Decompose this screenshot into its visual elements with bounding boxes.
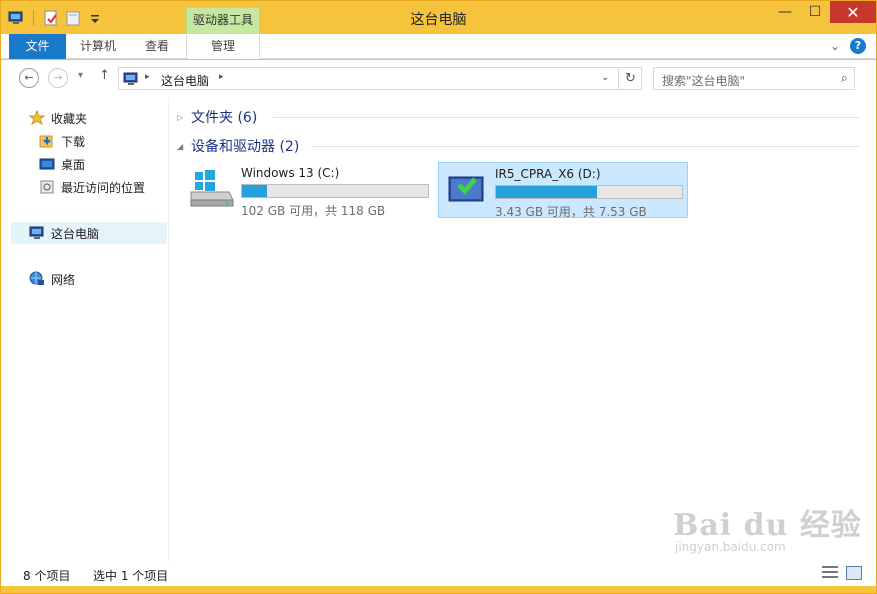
ribbon-tabs: 文件 计算机 查看 管理 ⌄ ? <box>1 34 876 59</box>
drive-d[interactable]: IR5_CPRA_X6 (D:) 3.43 GB 可用，共 7.53 GB <box>438 162 688 219</box>
drive-c[interactable]: Windows 13 (C:) 102 GB 可用，共 118 GB <box>185 162 431 218</box>
drive-usage-bar <box>241 184 429 198</box>
search-input[interactable]: 搜索"这台电脑" <box>662 72 745 89</box>
baidu-watermark: Bai du 经验 jingyan.baidu.com <box>673 500 862 554</box>
drive-usage-fill <box>496 186 598 198</box>
drive-space-info: 3.43 GB 可用，共 7.53 GB <box>495 205 647 219</box>
drive-usage-bar <box>495 185 683 199</box>
group-folders[interactable]: ▷ 文件夹 (6) <box>177 106 257 128</box>
up-button[interactable]: ↑ <box>99 68 110 83</box>
tab-manage[interactable]: 管理 <box>186 34 260 59</box>
usb-drive-icon <box>447 171 487 208</box>
breadcrumb-arrow-icon[interactable]: ▸ <box>219 72 224 82</box>
ribbon-right-controls: ⌄ ? <box>830 38 866 54</box>
search-icon[interactable]: ⌕ <box>841 71 848 86</box>
nav-label: 网络 <box>51 272 76 287</box>
details-view-icon[interactable] <box>822 566 838 580</box>
help-icon[interactable]: ? <box>850 38 866 54</box>
star-icon <box>28 109 46 126</box>
network-icon <box>29 271 45 287</box>
content-area: 收藏夹 下载 桌面 最近访问的位置 这台电脑 网络 ▷ 文件夹 (6) ◢ 设备… <box>1 98 876 562</box>
address-bar[interactable]: ▸ 这台电脑 ▸ ⌄ ↻ <box>118 67 642 90</box>
view-buttons <box>822 566 862 580</box>
nav-label: 最近访问的位置 <box>61 180 146 195</box>
item-count: 8 个项目 <box>23 569 71 583</box>
large-icons-view-icon[interactable] <box>846 566 862 580</box>
computer-icon <box>123 72 139 89</box>
nav-label: 这台电脑 <box>51 226 100 241</box>
back-button[interactable]: ← <box>19 68 39 88</box>
window-controls: — ☐ ✕ <box>770 1 876 25</box>
group-title: 设备和驱动器 (2) <box>191 139 300 155</box>
recent-places-icon <box>39 179 55 195</box>
tab-computer[interactable]: 计算机 <box>69 34 127 59</box>
nav-favorites[interactable]: 收藏夹 <box>28 107 88 129</box>
group-title: 文件夹 (6) <box>191 110 258 126</box>
selection-count: 选中 1 个项目 <box>93 569 169 583</box>
watermark-url: jingyan.baidu.com <box>675 540 786 554</box>
group-divider <box>311 146 859 147</box>
window-title: 这台电脑 <box>410 12 467 28</box>
watermark-brand: Bai du 经验 <box>673 508 862 543</box>
minimize-button[interactable]: — <box>770 1 800 23</box>
breadcrumb-arrow-icon[interactable]: ▸ <box>145 72 150 82</box>
drive-space-info: 102 GB 可用，共 118 GB <box>241 204 386 218</box>
nav-downloads[interactable]: 下载 <box>39 130 85 152</box>
group-divider <box>273 117 859 118</box>
nav-desktop[interactable]: 桌面 <box>39 153 85 175</box>
main-pane: ▷ 文件夹 (6) ◢ 设备和驱动器 (2) Windows 13 (C:) 1… <box>169 98 876 562</box>
nav-network[interactable]: 网络 <box>29 268 75 290</box>
breadcrumb-this-pc[interactable]: 这台电脑 <box>161 72 209 89</box>
nav-label: 桌面 <box>61 157 86 172</box>
desktop-icon <box>39 156 55 172</box>
address-dropdown-icon[interactable]: ⌄ <box>601 72 609 83</box>
drive-name: IR5_CPRA_X6 (D:) <box>495 167 601 181</box>
nav-this-pc[interactable]: 这台电脑 <box>11 222 167 244</box>
forward-button[interactable]: → <box>48 68 68 88</box>
refresh-button[interactable]: ↻ <box>618 68 642 89</box>
status-bar: 8 个项目 选中 1 个项目 <box>1 562 876 586</box>
nav-label: 下载 <box>61 134 86 149</box>
tab-file[interactable]: 文件 <box>9 34 66 59</box>
downloads-folder-icon <box>39 133 55 149</box>
group-devices[interactable]: ◢ 设备和驱动器 (2) <box>177 135 299 157</box>
collapse-arrow-icon[interactable]: ◢ <box>177 142 191 151</box>
nav-recent-places[interactable]: 最近访问的位置 <box>39 176 145 198</box>
recent-locations-button[interactable]: ▾ <box>78 70 83 81</box>
maximize-button[interactable]: ☐ <box>800 1 830 23</box>
drive-name: Windows 13 (C:) <box>241 166 340 180</box>
navigation-pane: 收藏夹 下载 桌面 最近访问的位置 这台电脑 网络 <box>1 98 169 562</box>
explorer-window: 驱动器工具 这台电脑 — ☐ ✕ 文件 计算机 查看 管理 ⌄ ? ← → ▾ … <box>0 0 877 594</box>
search-box[interactable]: 搜索"这台电脑" ⌕ <box>653 67 855 90</box>
windows-drive-icon <box>187 166 235 213</box>
tab-view[interactable]: 查看 <box>129 34 185 59</box>
expand-arrow-icon[interactable]: ▷ <box>177 113 191 122</box>
title-bar: 驱动器工具 这台电脑 — ☐ ✕ <box>1 1 876 34</box>
drive-usage-fill <box>242 185 268 197</box>
nav-label: 收藏夹 <box>51 111 88 126</box>
computer-icon <box>29 225 45 241</box>
close-button[interactable]: ✕ <box>830 1 876 23</box>
expand-ribbon-icon[interactable]: ⌄ <box>830 39 840 53</box>
address-row: ← → ▾ ↑ ▸ 这台电脑 ▸ ⌄ ↻ 搜索"这台电脑" ⌕ <box>1 60 876 98</box>
